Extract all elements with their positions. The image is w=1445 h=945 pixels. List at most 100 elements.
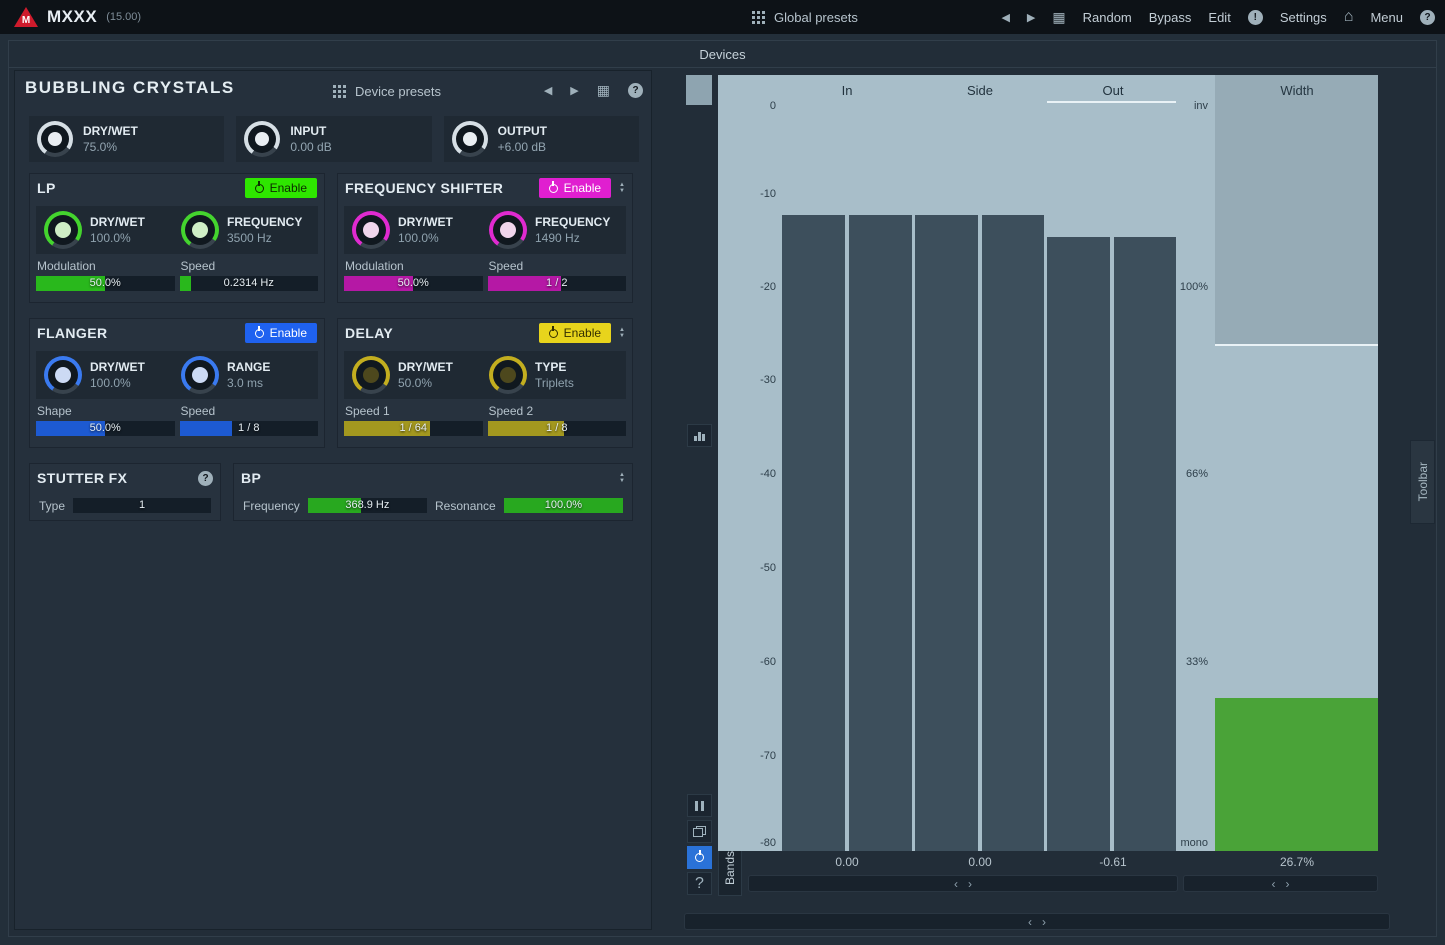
flanger-range-knob[interactable] bbox=[181, 356, 219, 394]
freq-shifter-frequency-knob[interactable] bbox=[489, 211, 527, 249]
meter-column-header: In bbox=[842, 83, 853, 98]
devices-tab-bar: Devices bbox=[8, 42, 1437, 68]
module-spinner[interactable]: ▲▼ bbox=[619, 472, 625, 484]
db-scale-label: 0 bbox=[724, 100, 776, 112]
meter-power-button[interactable] bbox=[687, 846, 712, 869]
edit-button[interactable]: Edit bbox=[1208, 10, 1230, 25]
width-scale-label: 33% bbox=[1152, 656, 1208, 668]
menu-button[interactable]: Menu bbox=[1370, 10, 1403, 25]
delay-drywet-knob[interactable] bbox=[352, 356, 390, 394]
slider-label: Modulation bbox=[36, 257, 175, 276]
lp-enable-button[interactable]: Enable bbox=[245, 178, 317, 198]
flanger-enable-button[interactable]: Enable bbox=[245, 323, 317, 343]
meter-column-header: Out bbox=[1103, 83, 1124, 98]
knob-value: Triplets bbox=[535, 376, 574, 390]
delay-speed1-slider[interactable]: 1 / 64 bbox=[344, 421, 483, 436]
random-button[interactable]: Random bbox=[1083, 10, 1132, 25]
width-scrollbar[interactable]: ‹› bbox=[1183, 875, 1378, 892]
previous-device-preset-icon[interactable]: ◀ bbox=[544, 84, 552, 97]
module-spinner[interactable]: ▲▼ bbox=[619, 327, 625, 339]
knob-label: FREQUENCY bbox=[535, 215, 610, 229]
scroll-right-icon[interactable]: › bbox=[968, 877, 972, 891]
scroll-left-icon[interactable]: ‹ bbox=[1272, 877, 1276, 891]
device-help-icon[interactable]: ? bbox=[628, 83, 643, 98]
freq-shifter-drywet-knob[interactable] bbox=[352, 211, 390, 249]
titlebar: M MXXX (15.00) Global presets ◀ ▶ ▦ Rand… bbox=[0, 0, 1445, 34]
device-title: BUBBLING CRYSTALS bbox=[25, 78, 235, 98]
meter-mode-button[interactable] bbox=[687, 424, 712, 447]
delay-enable-button[interactable]: Enable bbox=[539, 323, 611, 343]
meter-help-button[interactable]: ? bbox=[687, 872, 712, 895]
bp-resonance-slider[interactable]: 100.0% bbox=[504, 498, 623, 513]
lp-speed-slider[interactable]: 0.2314 Hz bbox=[180, 276, 319, 291]
delay-speed2-slider[interactable]: 1 / 8 bbox=[488, 421, 627, 436]
power-icon bbox=[549, 329, 558, 338]
pause-icon bbox=[695, 801, 704, 811]
meter-scrollbar[interactable]: ‹› bbox=[748, 875, 1178, 892]
output-knob[interactable] bbox=[452, 121, 488, 157]
db-scale-label: -50 bbox=[724, 562, 776, 574]
knob-value: 50.0% bbox=[398, 376, 453, 390]
info-icon[interactable]: ! bbox=[1248, 10, 1263, 25]
input-knob[interactable] bbox=[244, 121, 280, 157]
meter-readout-width: 26.7% bbox=[1280, 855, 1314, 869]
pause-button[interactable] bbox=[687, 794, 712, 817]
delay-type-knob[interactable] bbox=[489, 356, 527, 394]
app-version: (15.00) bbox=[106, 11, 141, 23]
settings-button[interactable]: Settings bbox=[1280, 10, 1327, 25]
global-presets-label: Global presets bbox=[774, 10, 858, 25]
width-meter-upper-region bbox=[1215, 75, 1378, 345]
stutter-help-icon[interactable]: ? bbox=[198, 471, 213, 486]
knob-value: 100.0% bbox=[398, 231, 453, 245]
module-title: LP bbox=[37, 180, 237, 196]
power-icon bbox=[255, 184, 264, 193]
power-icon bbox=[695, 853, 704, 862]
scroll-right-icon[interactable]: › bbox=[1286, 877, 1290, 891]
bp-frequency-slider[interactable]: 368.9 Hz bbox=[308, 498, 427, 513]
knob-value: 1490 Hz bbox=[535, 231, 610, 245]
home-icon[interactable]: ⌂ bbox=[1344, 8, 1354, 26]
slider-label: Speed 2 bbox=[488, 402, 627, 421]
db-scale-label: -80 bbox=[724, 837, 776, 849]
scroll-left-icon[interactable]: ‹ bbox=[1028, 915, 1032, 929]
scroll-left-icon[interactable]: ‹ bbox=[954, 877, 958, 891]
slider-label: Speed bbox=[180, 257, 319, 276]
width-scale-label: 66% bbox=[1152, 468, 1208, 480]
flanger-speed-slider[interactable]: 1 / 8 bbox=[180, 421, 319, 436]
next-preset-icon[interactable]: ▶ bbox=[1027, 11, 1035, 24]
db-scale-label: -10 bbox=[724, 188, 776, 200]
knob-value: 100.0% bbox=[90, 376, 145, 390]
windows-button[interactable] bbox=[687, 820, 712, 843]
lp-modulation-slider[interactable]: 50.0% bbox=[36, 276, 175, 291]
flanger-drywet-knob[interactable] bbox=[44, 356, 82, 394]
flanger-shape-slider[interactable]: 50.0% bbox=[36, 421, 175, 436]
freq-shifter-enable-button[interactable]: Enable bbox=[539, 178, 611, 198]
meter-vertical-scroll-handle[interactable] bbox=[686, 75, 712, 105]
tab-devices[interactable]: Devices bbox=[699, 47, 745, 62]
knob-label: DRY/WET bbox=[90, 360, 145, 374]
bypass-button[interactable]: Bypass bbox=[1149, 10, 1192, 25]
module-title: DELAY bbox=[345, 325, 531, 341]
power-icon bbox=[549, 184, 558, 193]
device-preset-browser-icon[interactable]: ▦ bbox=[597, 82, 610, 99]
module-lp: LP Enable DRY/WET 100.0% FREQUENCY 3500 … bbox=[29, 173, 325, 303]
freq-shifter-modulation-slider[interactable]: 50.0% bbox=[344, 276, 483, 291]
stutter-type-field[interactable]: 1 bbox=[73, 498, 211, 513]
lp-drywet-knob[interactable] bbox=[44, 211, 82, 249]
preset-browser-icon[interactable]: ▦ bbox=[1052, 9, 1065, 26]
panel-scrollbar[interactable]: ‹› bbox=[684, 913, 1390, 930]
help-icon[interactable]: ? bbox=[1420, 10, 1435, 25]
tab-toolbar[interactable]: Toolbar bbox=[1410, 440, 1435, 524]
device-presets-button[interactable]: Device presets bbox=[333, 84, 441, 99]
global-presets-button[interactable]: Global presets bbox=[752, 0, 858, 34]
meter-display[interactable]: In Side Out Width 0 -10 -20 -30 -40 -50 … bbox=[718, 75, 1378, 851]
meter-bar-in-left bbox=[782, 215, 845, 851]
knob-label: INPUT bbox=[290, 124, 331, 138]
freq-shifter-speed-slider[interactable]: 1 / 2 bbox=[488, 276, 627, 291]
scroll-right-icon[interactable]: › bbox=[1042, 915, 1046, 929]
lp-frequency-knob[interactable] bbox=[181, 211, 219, 249]
previous-preset-icon[interactable]: ◀ bbox=[1001, 11, 1009, 24]
next-device-preset-icon[interactable]: ▶ bbox=[570, 84, 578, 97]
drywet-knob[interactable] bbox=[37, 121, 73, 157]
module-spinner[interactable]: ▲▼ bbox=[619, 182, 625, 194]
